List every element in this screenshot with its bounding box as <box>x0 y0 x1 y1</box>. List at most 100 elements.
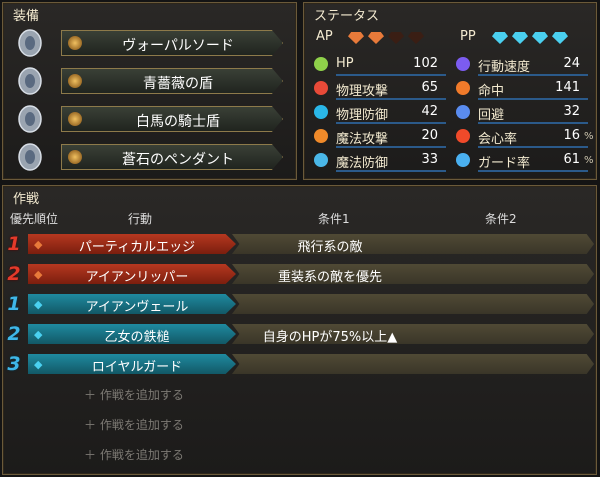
stat-value: 102 <box>413 56 438 71</box>
stat-underline <box>478 170 588 172</box>
speed-icon <box>454 55 472 73</box>
stat-underline <box>336 74 446 76</box>
tactics-title: 作戦 <box>13 192 40 207</box>
equipment-slot[interactable]: ヴォーパルソード <box>13 25 283 59</box>
pp-gem-icon <box>512 32 528 44</box>
condition1-text: 重装系の敵を優先 <box>277 270 382 285</box>
ring-sub-icon <box>68 112 82 126</box>
ap-label: AP <box>316 29 333 44</box>
condition1-text: 自身のHPが75%以上▲ <box>262 330 398 345</box>
stat-label: 行動速度 <box>478 60 531 75</box>
action-button[interactable]: ◆ アイアンリッパー <box>28 264 236 284</box>
stat-value: 141 <box>555 80 580 95</box>
stat-underline <box>336 170 446 172</box>
stat-underline <box>336 98 446 100</box>
evade-icon <box>454 103 472 121</box>
action-button[interactable]: ◆ ロイヤルガード <box>28 354 236 374</box>
ap-gem-icon: ◆ <box>34 268 43 281</box>
action-button[interactable]: ◆ アイアンヴェール <box>28 294 236 314</box>
equipment-slot[interactable]: 蒼石のペンダント <box>13 139 283 173</box>
condition1-slot[interactable] <box>232 354 418 374</box>
stat-underline <box>336 122 446 124</box>
stat-value: 32 <box>563 104 580 119</box>
equipment-name-bar[interactable]: 蒼石のペンダント <box>61 144 283 170</box>
pp-gem-icon <box>552 32 568 44</box>
priority-number: 3 <box>7 353 21 375</box>
ap-gem-icon <box>408 32 424 44</box>
equipment-name: 蒼石のペンダント <box>122 152 234 168</box>
ap-gems <box>348 29 428 48</box>
tactic-row[interactable]: 1 ◆ アイアンヴェール <box>4 293 594 315</box>
tactic-row[interactable]: 2 ◆ 乙女の鉄槌 自身のHPが75%以上▲ <box>4 323 594 345</box>
sword-icon <box>312 79 330 97</box>
condition1-slot[interactable]: 飛行系の敵 <box>232 234 418 254</box>
header-action: 行動 <box>128 212 153 226</box>
action-label: アイアンリッパー <box>85 270 189 285</box>
stat-value: 16 <box>563 128 580 143</box>
stat-value: 24 <box>563 56 580 71</box>
stat-label: 魔法防御 <box>336 156 389 171</box>
priority-number: 2 <box>7 323 21 345</box>
ring-sub-icon <box>68 150 82 164</box>
tactic-row[interactable]: 2 ◆ アイアンリッパー 重装系の敵を優先 <box>4 263 594 285</box>
shield-icon <box>13 103 47 135</box>
stat-label: 魔法攻撃 <box>336 132 389 147</box>
stat-unit: % <box>584 155 594 166</box>
condition1-slot[interactable]: 重装系の敵を優先 <box>232 264 418 284</box>
header-cond1: 条件1 <box>318 212 350 226</box>
magic-shield-icon <box>312 151 330 169</box>
status-title: ステータス <box>314 9 380 24</box>
add-tactic-button[interactable]: ＋ 作戦を追加する <box>84 416 184 433</box>
action-label: 乙女の鉄槌 <box>104 330 170 345</box>
action-label: パーティカルエッジ <box>78 240 196 255</box>
stat-label: ガード率 <box>478 156 531 171</box>
shield-icon <box>13 65 47 97</box>
condition2-slot[interactable] <box>410 324 594 344</box>
priority-number: 1 <box>7 233 21 255</box>
equipment-name: 青薔薇の盾 <box>143 76 213 92</box>
equipment-name: 白馬の騎士盾 <box>136 114 220 130</box>
action-label: アイアンヴェール <box>85 300 189 315</box>
stat-value: 61 <box>563 152 580 167</box>
condition2-slot[interactable] <box>410 294 594 314</box>
pp-label: PP <box>460 29 476 44</box>
condition1-slot[interactable] <box>232 294 418 314</box>
target-icon <box>454 79 472 97</box>
equipment-name-bar[interactable]: 青薔薇の盾 <box>61 68 283 94</box>
action-button[interactable]: ◆ 乙女の鉄槌 <box>28 324 236 344</box>
heart-icon <box>312 55 330 73</box>
status-panel: ステータス AP PP HP 102 物理攻撃 65 物理防御 42 魔法攻撃 20 魔法防御 3… <box>303 2 597 180</box>
pp-gem-icon: ◆ <box>34 298 43 311</box>
stat-label: 回避 <box>478 108 505 123</box>
stat-unit: % <box>584 131 594 142</box>
condition2-slot[interactable] <box>410 354 594 374</box>
armor-icon <box>312 103 330 121</box>
stat-value: 42 <box>421 104 438 119</box>
pendant-icon <box>13 141 47 173</box>
equipment-slot[interactable]: 白馬の騎士盾 <box>13 101 283 135</box>
tactic-row[interactable]: 3 ◆ ロイヤルガード <box>4 353 594 375</box>
stat-underline <box>478 74 588 76</box>
sword-icon <box>13 27 47 59</box>
add-tactic-button[interactable]: ＋ 作戦を追加する <box>84 446 184 463</box>
add-tactic-button[interactable]: ＋ 作戦を追加する <box>84 386 184 403</box>
pp-gems <box>492 29 572 48</box>
condition2-slot[interactable] <box>410 264 594 284</box>
wand-icon <box>312 127 330 145</box>
condition2-slot[interactable] <box>410 234 594 254</box>
stat-value: 65 <box>421 80 438 95</box>
condition1-slot[interactable]: 自身のHPが75%以上▲ <box>232 324 418 344</box>
pp-gem-icon: ◆ <box>34 328 43 341</box>
header-priority: 優先順位 <box>10 212 59 226</box>
equipment-slot[interactable]: 青薔薇の盾 <box>13 63 283 97</box>
equipment-name-bar[interactable]: ヴォーパルソード <box>61 30 283 56</box>
ap-gem-icon <box>348 32 364 44</box>
action-button[interactable]: ◆ パーティカルエッジ <box>28 234 236 254</box>
stat-underline <box>478 122 588 124</box>
equipment-name-bar[interactable]: 白馬の騎士盾 <box>61 106 283 132</box>
ring-sub-icon <box>68 74 82 88</box>
action-label: ロイヤルガード <box>91 360 183 375</box>
tactic-row[interactable]: 1 ◆ パーティカルエッジ 飛行系の敵 <box>4 233 594 255</box>
critical-icon <box>454 127 472 145</box>
stat-label: 物理防御 <box>336 108 389 123</box>
